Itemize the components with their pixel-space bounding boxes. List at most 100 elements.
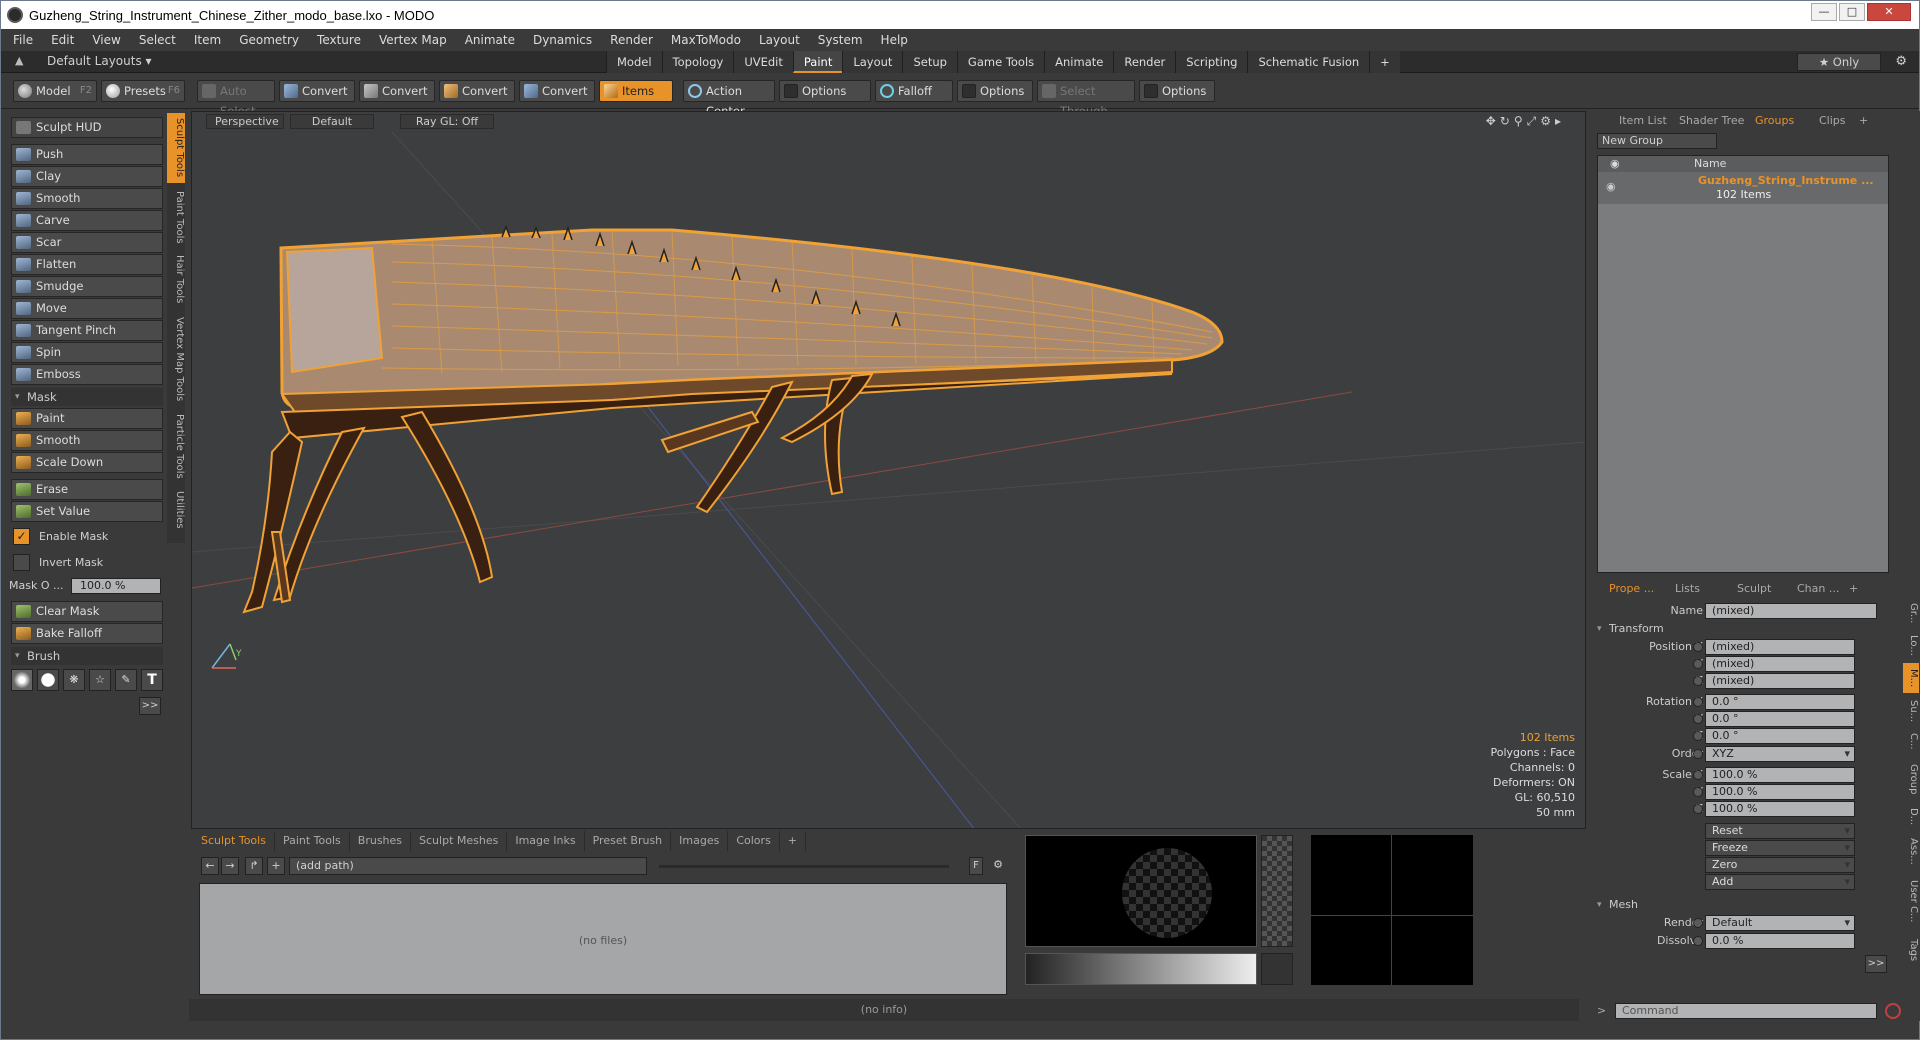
invert-mask-checkbox[interactable] <box>13 554 30 571</box>
filter-button[interactable]: F <box>969 857 983 875</box>
tab-scripting[interactable]: Scripting <box>1175 51 1248 73</box>
group-eye-icon[interactable]: ◉ <box>1606 180 1616 193</box>
select-through-options-button[interactable]: Options <box>1139 80 1215 102</box>
tab-animate[interactable]: Animate <box>1044 51 1114 73</box>
tab-brushes[interactable]: Brushes <box>350 831 412 851</box>
path-dropdown[interactable]: (add path) <box>289 857 647 875</box>
brush-section-header[interactable]: Brush <box>11 647 163 665</box>
side-tab-lo[interactable]: Lo... <box>1903 631 1919 659</box>
side-tab-d[interactable]: D... <box>1903 805 1919 829</box>
reset-dropdown[interactable]: Reset <box>1705 823 1855 839</box>
tool-carve[interactable]: Carve <box>11 210 163 231</box>
menu-dynamics[interactable]: Dynamics <box>533 33 592 47</box>
tab-topology[interactable]: Topology <box>661 51 734 73</box>
mask-section-header[interactable]: Mask <box>11 388 163 406</box>
keyframe-dot[interactable] <box>1693 770 1703 780</box>
tab-paint[interactable]: Paint <box>792 51 843 73</box>
keyframe-dot[interactable] <box>1693 936 1703 946</box>
name-field[interactable]: (mixed) <box>1705 603 1877 619</box>
menu-edit[interactable]: Edit <box>51 33 74 47</box>
tab-colors[interactable]: Colors <box>728 831 780 851</box>
tool-tangent-pinch[interactable]: Tangent Pinch <box>11 320 163 341</box>
enable-mask-row[interactable]: ✓ Enable Mask <box>11 527 163 547</box>
keyframe-dot[interactable] <box>1693 787 1703 797</box>
convert-vertices-button[interactable]: Convert <box>279 80 355 102</box>
side-tab-paint-tools[interactable]: Paint Tools <box>167 187 185 247</box>
add-path-icon[interactable]: + <box>267 857 285 875</box>
transform-section-header[interactable]: Transform <box>1597 621 1887 637</box>
tab-sculpt-tools[interactable]: Sculpt Tools <box>193 831 275 851</box>
dissolve-field[interactable]: 0.0 % <box>1705 933 1855 949</box>
menu-item[interactable]: Item <box>194 33 221 47</box>
side-tab-sculpt-tools[interactable]: Sculpt Tools <box>167 113 185 183</box>
falloff-button[interactable]: Falloff <box>875 80 953 102</box>
menu-vertex-map[interactable]: Vertex Map <box>379 33 447 47</box>
groups-list[interactable]: ◉ Name ◉ Guzheng_String_Instrume ... 102… <box>1597 155 1889 573</box>
tool-emboss[interactable]: Emboss <box>11 364 163 385</box>
sculpt-hud-button[interactable]: Sculpt HUD <box>11 117 163 138</box>
tab-setup[interactable]: Setup <box>902 51 957 73</box>
model-mode-button[interactable]: Model F2 <box>13 80 97 102</box>
star-brush-icon[interactable]: ☆ <box>89 669 111 691</box>
close-button[interactable]: ✕ <box>1867 3 1911 21</box>
freeze-dropdown[interactable]: Freeze <box>1705 840 1855 856</box>
menu-select[interactable]: Select <box>139 33 176 47</box>
position-y-field[interactable]: (mixed) <box>1705 656 1855 672</box>
tab-sculpt-meshes[interactable]: Sculpt Meshes <box>411 831 508 851</box>
side-tab-particle-tools[interactable]: Particle Tools <box>167 411 185 481</box>
auto-select-button[interactable]: Auto Select <box>197 80 275 118</box>
tab-channels[interactable]: Chan ... <box>1797 579 1839 599</box>
gear-icon[interactable]: ⚙ <box>1895 54 1907 69</box>
properties-more-button[interactable]: >> <box>1865 955 1887 973</box>
mask-set-value[interactable]: Set Value <box>11 501 163 522</box>
menu-help[interactable]: Help <box>881 33 908 47</box>
rotation-z-field[interactable]: 0.0 ° <box>1705 728 1855 744</box>
keyframe-dot[interactable] <box>1693 659 1703 669</box>
maximize-button[interactable]: □ <box>1839 3 1865 21</box>
tab-properties[interactable]: Prope ... <box>1609 579 1654 599</box>
presets-gear-icon[interactable]: ⚙ <box>989 857 1007 875</box>
color-swatch[interactable] <box>1261 953 1293 985</box>
tab-schematic-fusion[interactable]: Schematic Fusion <box>1247 51 1370 73</box>
side-tab-m[interactable]: M... <box>1903 663 1919 693</box>
tool-flatten[interactable]: Flatten <box>11 254 163 275</box>
menu-texture[interactable]: Texture <box>317 33 361 47</box>
splatter-brush-icon[interactable]: ❋ <box>63 669 85 691</box>
tool-smudge[interactable]: Smudge <box>11 276 163 297</box>
hard-brush-icon[interactable] <box>37 669 59 691</box>
add-dropdown[interactable]: Add <box>1705 874 1855 890</box>
items-mode-button[interactable]: Items <box>599 80 673 102</box>
keyframe-dot[interactable] <box>1693 697 1703 707</box>
mask-erase[interactable]: Erase <box>11 479 163 500</box>
invert-mask-row[interactable]: Invert Mask <box>11 553 163 573</box>
add-right-tab-button[interactable]: + <box>1859 111 1868 131</box>
menu-render[interactable]: Render <box>610 33 653 47</box>
back-arrow-icon[interactable]: ← <box>201 857 219 875</box>
menu-maxtomodo[interactable]: MaxToModo <box>671 33 741 47</box>
record-icon[interactable] <box>1885 1003 1901 1019</box>
side-tab-vertex-map-tools[interactable]: Vertex Map Tools <box>167 311 185 407</box>
scale-z-field[interactable]: 100.0 % <box>1705 801 1855 817</box>
rotation-x-field[interactable]: 0.0 ° <box>1705 694 1855 710</box>
tab-groups[interactable]: Groups <box>1755 111 1794 131</box>
tool-spin[interactable]: Spin <box>11 342 163 363</box>
enable-mask-checkbox[interactable]: ✓ <box>13 528 30 545</box>
tab-shader-tree[interactable]: Shader Tree <box>1679 111 1744 131</box>
text-brush-icon[interactable]: T <box>141 669 163 691</box>
bake-falloff-button[interactable]: Bake Falloff <box>11 623 163 644</box>
menu-layout[interactable]: Layout <box>759 33 800 47</box>
add-preset-tab-button[interactable]: + <box>780 831 807 851</box>
position-x-field[interactable]: (mixed) <box>1705 639 1855 655</box>
rotation-y-field[interactable]: 0.0 ° <box>1705 711 1855 727</box>
tab-sculpt[interactable]: Sculpt <box>1737 579 1771 599</box>
group-row[interactable]: ◉ Guzheng_String_Instrume ... 102 Items <box>1598 172 1888 204</box>
convert-materials-button[interactable]: Convert <box>519 80 595 102</box>
menu-view[interactable]: View <box>92 33 120 47</box>
preset-file-browser[interactable]: (no files) <box>199 883 1007 995</box>
keyframe-dot[interactable] <box>1693 804 1703 814</box>
tab-game-tools[interactable]: Game Tools <box>956 51 1045 73</box>
tab-item-list[interactable]: Item List <box>1619 111 1667 131</box>
keyframe-dot[interactable] <box>1693 714 1703 724</box>
presets-button[interactable]: Presets F6 <box>101 80 185 102</box>
keyframe-dot[interactable] <box>1693 731 1703 741</box>
